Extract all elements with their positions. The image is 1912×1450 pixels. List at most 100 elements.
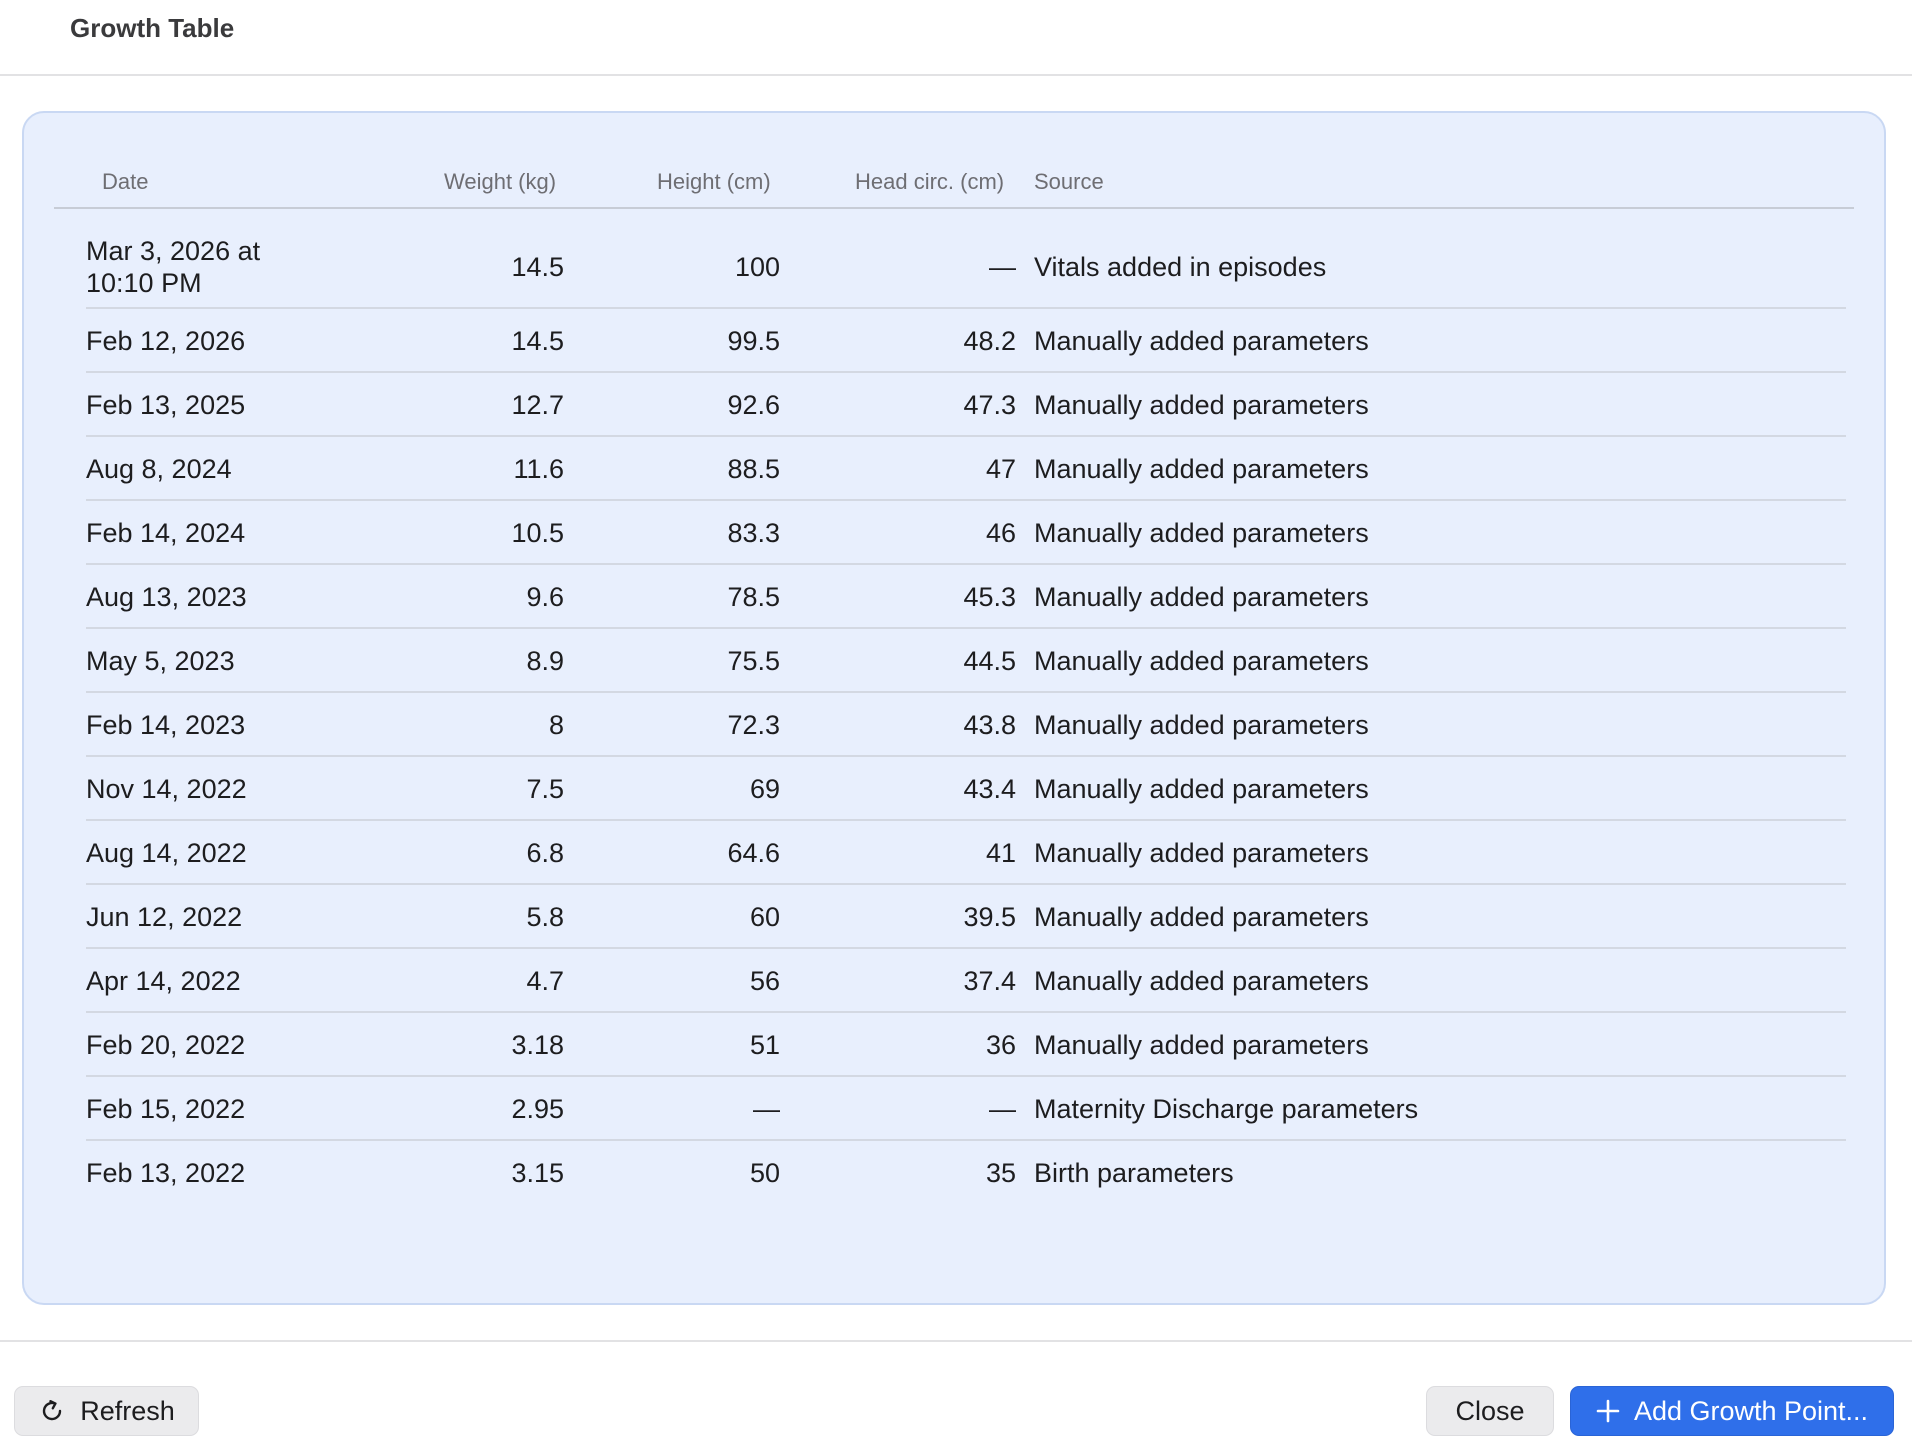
table-row[interactable]: Mar 3, 2026 at 10:10 PM 14.5 100 — Vitals add…	[86, 223, 1846, 309]
cell-date: Feb 20, 2022	[86, 1030, 246, 1060]
cell-height: 64.6	[727, 838, 780, 868]
cell-source: Manually added parameters	[1034, 838, 1369, 868]
add-growth-point-label: Add Growth Point...	[1633, 1395, 1869, 1426]
cell-date: Jun 12, 2022	[86, 902, 243, 932]
cell-source: Manually added parameters	[1034, 390, 1369, 420]
cell-height: 92.6	[727, 390, 780, 420]
table-row[interactable]: Feb 20, 2022 3.18 51 36 Manually added param…	[86, 1013, 1846, 1077]
cell-head-circ: 35	[985, 1158, 1016, 1188]
table-row[interactable]: Feb 13, 2025 12.7 92.6 47.3 Manually added p…	[86, 373, 1846, 437]
dialog-header: Growth Table	[0, 0, 1912, 76]
cell-weight: 14.5	[511, 326, 564, 356]
table-row[interactable]: Jun 12, 2022 5.8 60 39.5 Manually added para…	[86, 885, 1846, 949]
cell-height: 100	[734, 252, 780, 282]
cell-height: 56	[749, 966, 780, 996]
cell-head-circ: 45.3	[963, 582, 1016, 612]
cell-head-circ: 41	[985, 838, 1016, 868]
dialog-footer: Refresh Close Add Growth Point...	[0, 1340, 1912, 1450]
table-row[interactable]: Nov 14, 2022 7.5 69 43.4 Manually added para…	[86, 757, 1846, 821]
cell-weight: 14.5	[511, 252, 564, 282]
cell-date: Aug 14, 2022	[86, 838, 247, 868]
cell-weight: 7.5	[526, 774, 564, 804]
column-header-height[interactable]: Height (cm)	[657, 169, 771, 195]
cell-source: Manually added parameters	[1034, 518, 1369, 548]
refresh-icon	[38, 1397, 66, 1425]
dialog-title: Growth Table	[70, 13, 235, 43]
table-row[interactable]: Apr 14, 2022 4.7 56 37.4 Manually added para…	[86, 949, 1846, 1013]
plus-icon	[1596, 1399, 1620, 1423]
table-row[interactable]: May 5, 2023 8.9 75.5 44.5 Manually added par…	[86, 629, 1846, 693]
table-header: Date Weight (kg) Height (cm) Head circ. …	[54, 155, 1854, 209]
cell-height: 88.5	[727, 454, 780, 484]
table-row[interactable]: Aug 14, 2022 6.8 64.6 41 Manually added para…	[86, 821, 1846, 885]
cell-height: 60	[749, 902, 780, 932]
cell-source: Manually added parameters	[1034, 1030, 1369, 1060]
cell-weight: 4.7	[526, 966, 564, 996]
close-button[interactable]: Close	[1426, 1386, 1554, 1436]
cell-height: 75.5	[727, 646, 780, 676]
cell-source: Birth parameters	[1034, 1158, 1234, 1188]
cell-source: Manually added parameters	[1034, 966, 1369, 996]
cell-height: 99.5	[727, 326, 780, 356]
cell-height: 72.3	[727, 710, 780, 740]
refresh-button-label: Refresh	[80, 1395, 175, 1426]
growth-table-panel: Date Weight (kg) Height (cm) Head circ. …	[22, 111, 1886, 1305]
cell-date: May 5, 2023	[86, 646, 235, 676]
cell-date: Aug 13, 2023	[86, 582, 247, 612]
column-header-date[interactable]: Date	[102, 169, 148, 195]
cell-weight: 3.15	[511, 1158, 564, 1188]
column-header-weight[interactable]: Weight (kg)	[444, 169, 556, 195]
cell-height: 78.5	[727, 582, 780, 612]
cell-head-circ: 37.4	[963, 966, 1016, 996]
cell-date: Feb 13, 2022	[86, 1158, 246, 1188]
cell-source: Manually added parameters	[1034, 902, 1369, 932]
cell-height: 50	[749, 1158, 780, 1188]
cell-source: Manually added parameters	[1034, 454, 1369, 484]
table-row[interactable]: Feb 13, 2022 3.15 50 35 Birth parameters	[86, 1141, 1846, 1205]
column-header-head-circ[interactable]: Head circ. (cm)	[855, 169, 1004, 195]
table-row[interactable]: Aug 8, 2024 11.6 88.5 47 Manually added para…	[86, 437, 1846, 501]
cell-weight: 11.6	[513, 454, 564, 484]
cell-height: —	[753, 1094, 780, 1124]
add-growth-point-button[interactable]: Add Growth Point...	[1570, 1386, 1894, 1436]
cell-height: 83.3	[727, 518, 780, 548]
cell-date-time: 10:10 PM	[86, 268, 202, 298]
table-row[interactable]: Aug 13, 2023 9.6 78.5 45.3 Manually added pa…	[86, 565, 1846, 629]
cell-head-circ: 43.8	[963, 710, 1016, 740]
cell-head-circ: 43.4	[963, 774, 1016, 804]
cell-head-circ: 39.5	[963, 902, 1016, 932]
table-row[interactable]: Feb 14, 2023 8 72.3 43.8 Manually added para…	[86, 693, 1846, 757]
cell-weight: 8	[548, 710, 564, 740]
cell-weight: 5.8	[526, 902, 564, 932]
cell-source: Manually added parameters	[1034, 326, 1369, 356]
cell-weight: 9.6	[526, 582, 564, 612]
cell-date: Feb 12, 2026	[86, 326, 246, 356]
cell-source: Manually added parameters	[1034, 582, 1369, 612]
cell-weight: 3.18	[511, 1030, 564, 1060]
cell-height: 51	[749, 1030, 780, 1060]
cell-head-circ: —	[989, 252, 1016, 282]
cell-date: Nov 14, 2022	[86, 774, 247, 804]
cell-source: Manually added parameters	[1034, 646, 1369, 676]
cell-date: Apr 14, 2022	[86, 966, 241, 996]
refresh-button[interactable]: Refresh	[14, 1386, 199, 1436]
cell-source: Manually added parameters	[1034, 774, 1369, 804]
cell-weight: 6.8	[526, 838, 564, 868]
cell-weight: 8.9	[526, 646, 564, 676]
table-row[interactable]: Feb 12, 2026 14.5 99.5 48.2 Manually added p…	[86, 309, 1846, 373]
cell-weight: 12.7	[511, 390, 564, 420]
close-button-label: Close	[1455, 1395, 1525, 1426]
cell-head-circ: —	[989, 1094, 1016, 1124]
cell-date: Feb 14, 2023	[86, 710, 246, 740]
cell-source: Manually added parameters	[1034, 710, 1369, 740]
cell-head-circ: 47	[985, 454, 1016, 484]
cell-weight: 2.95	[511, 1094, 564, 1124]
table-row[interactable]: Feb 15, 2022 2.95 — — Maternity Discharge pa…	[86, 1077, 1846, 1141]
column-header-source[interactable]: Source	[1034, 169, 1104, 195]
cell-head-circ: 36	[985, 1030, 1016, 1060]
cell-date: Aug 8, 2024	[86, 454, 232, 484]
cell-head-circ: 47.3	[963, 390, 1016, 420]
table-row[interactable]: Feb 14, 2024 10.5 83.3 46 Manually added par…	[86, 501, 1846, 565]
cell-head-circ: 48.2	[963, 326, 1016, 356]
cell-source: Maternity Discharge parameters	[1034, 1094, 1419, 1124]
